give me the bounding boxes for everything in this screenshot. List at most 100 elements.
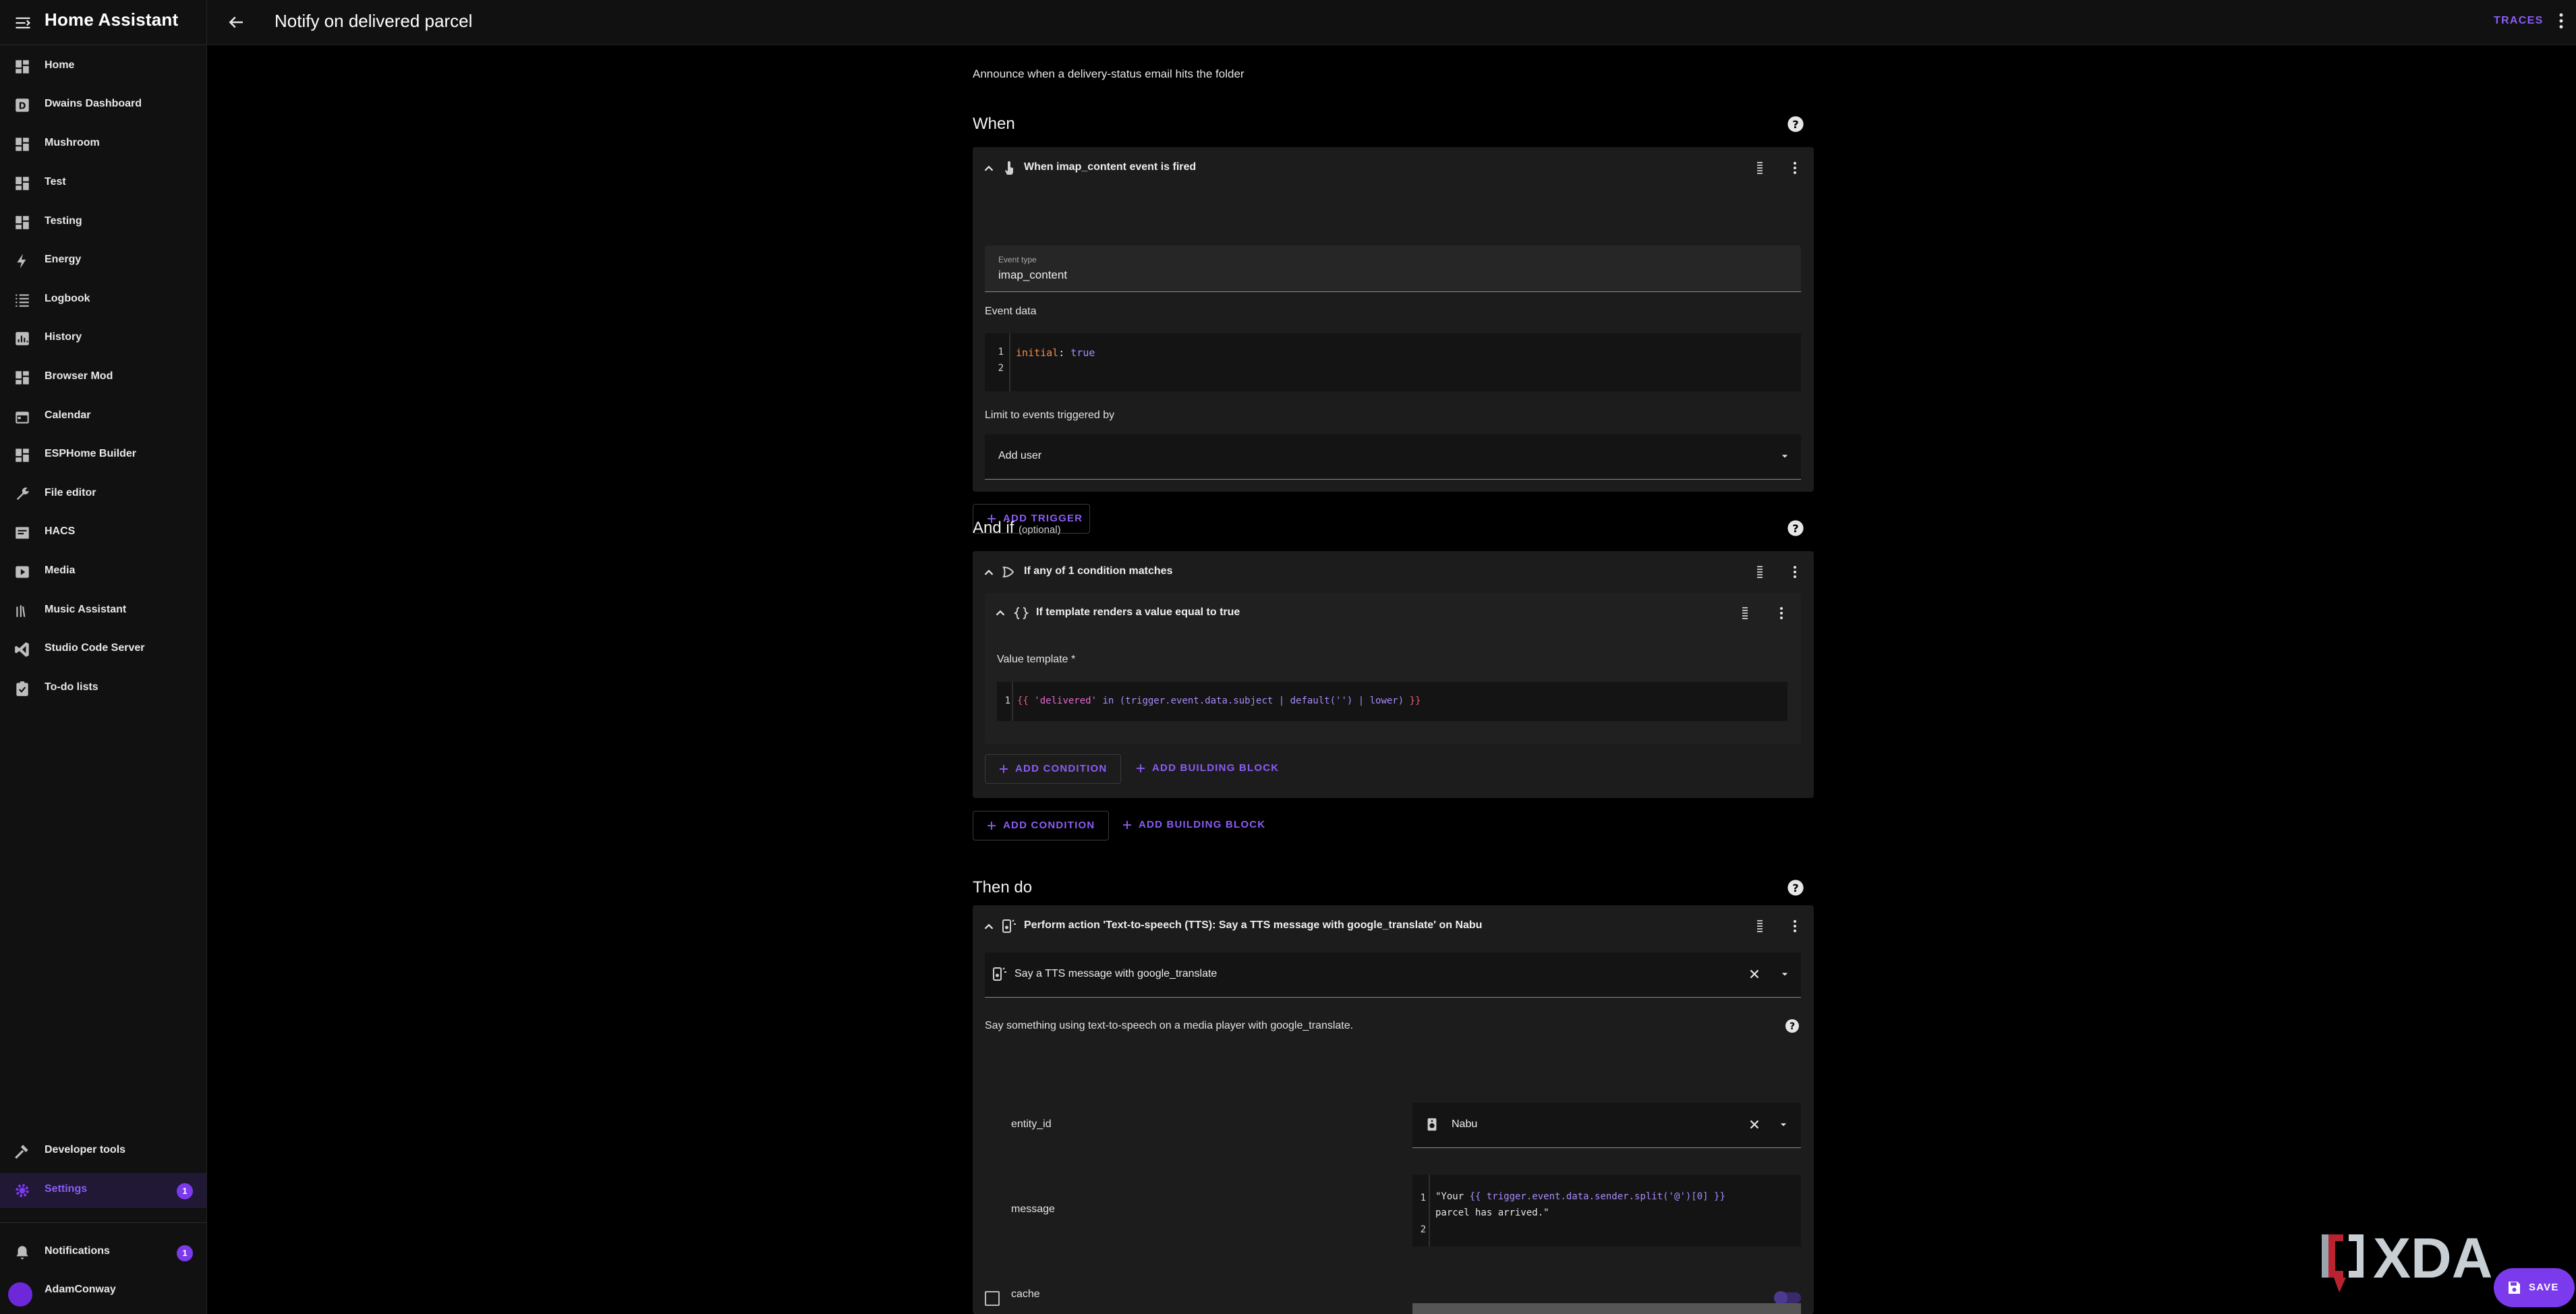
sidebar-item-studio-code-server[interactable]: Studio Code Server [0,632,206,667]
inner-add-condition-button[interactable]: ADD CONDITION [985,754,1121,784]
trigger-header-text: When imap_content event is fired [1024,161,1197,173]
message-code-editor[interactable]: 1 2 "Your {{ trigger.event.data.sender.s… [1412,1175,1801,1247]
drag-handle-icon[interactable] [1752,918,1768,934]
sidebar-item-settings[interactable]: Settings 1 [0,1173,206,1208]
and-if-optional: (optional) [1019,524,1061,536]
sidebar-item-notifications[interactable]: Notifications 1 [0,1235,206,1270]
sidebar-item-label: Browser Mod [45,370,113,382]
drag-handle-icon[interactable] [1737,605,1753,621]
sidebar-item-label: Testing [45,215,82,227]
code-line: initial: true [1016,347,1095,359]
condition-card-header[interactable]: If any of 1 condition matches [973,551,1814,593]
sidebar-item-label: File editor [45,487,96,498]
sidebar-item-todo-lists[interactable]: To-do lists [0,671,206,706]
event-type-field[interactable]: Event type imap_content [985,246,1801,292]
page-title: Notify on delivered parcel [275,11,473,31]
lightning-icon [13,252,31,270]
add-building-block-button[interactable]: ADD BUILDING BLOCK [1109,811,1271,839]
code-braces-icon [1013,605,1029,621]
action-service-select[interactable]: Say a TTS message with google_translate [985,952,1801,998]
plus-icon [1135,762,1147,774]
event-data-code-editor[interactable]: 1 2 initial: true [985,333,1801,391]
condition-card: If any of 1 condition matches If templat… [973,551,1814,798]
help-icon[interactable]: ? [1786,878,1805,897]
sidebar-item-home[interactable]: Home [0,49,206,84]
close-icon[interactable] [1747,967,1762,981]
action-card-header[interactable]: Perform action 'Text-to-speech (TTS): Sa… [973,905,1814,947]
chevron-up-icon[interactable] [993,606,1008,621]
sidebar-item-music-assistant[interactable]: Music Assistant [0,594,206,629]
sidebar-item-browser-mod[interactable]: Browser Mod [0,360,206,395]
sidebar-item-label: Calendar [45,409,91,421]
action-service-value: Say a TTS message with google_translate [1014,968,1218,979]
chevron-up-icon[interactable] [981,565,996,580]
dropdown-arrow-icon [1778,449,1792,463]
sidebar-item-history[interactable]: History [0,321,206,356]
sidebar-item-logbook[interactable]: Logbook [0,283,206,318]
help-icon[interactable]: ? [1786,115,1805,134]
section-title-and-if: And if (optional) [973,519,1061,538]
back-arrow-icon[interactable] [226,12,246,32]
dropdown-arrow-icon[interactable] [1777,1118,1790,1131]
inner-add-building-block-button[interactable]: ADD BUILDING BLOCK [1122,754,1284,782]
event-type-value: imap_content [998,268,1068,281]
sidebar-item-energy[interactable]: Energy [0,244,206,279]
more-vertical-icon[interactable] [2551,11,2571,31]
add-condition-button[interactable]: ADD CONDITION [973,811,1109,840]
value-template-code-editor[interactable]: 1 {{ 'delivered' in (trigger.event.data.… [997,682,1787,721]
yaml-key: initial [1016,347,1059,359]
chevron-up-icon[interactable] [981,919,996,934]
sidebar-item-testing[interactable]: Testing [0,205,206,240]
template-open: {{ [1017,695,1029,706]
drag-handle-icon[interactable] [1752,564,1768,580]
drag-handle-icon[interactable] [1752,160,1768,176]
sidebar-item-label: ESPHome Builder [45,448,137,459]
sidebar-item-label: Mushroom [45,137,100,148]
trigger-card: When imap_content event is fired Event t… [973,147,1814,492]
save-button[interactable]: SAVE [2494,1268,2575,1307]
more-vertical-icon[interactable] [1787,918,1803,934]
sidebar-item-developer-tools[interactable]: Developer tools [0,1134,206,1169]
sidebar-item-dwains-dashboard[interactable]: D Dwains Dashboard [0,88,206,123]
section-title-when: When [973,115,1015,133]
more-vertical-icon[interactable] [1773,605,1790,621]
sidebar-item-calendar[interactable]: Calendar [0,399,206,434]
more-vertical-icon[interactable] [1787,160,1803,176]
cache-checkbox[interactable] [985,1291,1000,1306]
entity-id-select[interactable]: Nabu [1412,1103,1801,1148]
sidebar-item-media[interactable]: Media [0,554,206,590]
cache-toggle[interactable] [1774,1291,1801,1305]
message-label: message [1011,1203,1055,1215]
help-icon[interactable]: ? [1786,519,1805,538]
more-vertical-icon[interactable] [1787,564,1803,580]
event-type-label: Event type [998,255,1037,264]
automation-description: Announce when a delivery-status email hi… [973,67,1244,80]
next-field-edge [1412,1303,1801,1314]
sidebar-item-label: Home [45,59,75,71]
list-icon [13,291,31,309]
limit-events-label: Limit to events triggered by [985,409,1115,421]
sidebar-item-esphome-builder[interactable]: ESPHome Builder [0,438,206,473]
plus-icon [985,820,998,832]
menu-icon[interactable] [13,13,32,32]
add-user-select[interactable]: Add user [985,434,1801,480]
dashboard-icon [13,175,31,192]
template-condition-header[interactable]: If template renders a value equal to tru… [985,593,1801,633]
sidebar-item-file-editor[interactable]: File editor [0,477,206,512]
sidebar-item-hacs[interactable]: HACS [0,515,206,550]
template-condition-card: If template renders a value equal to tru… [985,593,1801,744]
sidebar-item-test[interactable]: Test [0,166,206,201]
message-template: {{ trigger.event.data.sender.split('@')[… [1469,1191,1725,1202]
app-title: Home Assistant [45,9,179,30]
gear-icon [13,1182,31,1199]
help-icon[interactable]: ? [1784,1018,1800,1034]
sidebar-item-user[interactable]: AdamConway [0,1274,206,1309]
trigger-card-header[interactable]: When imap_content event is fired [973,147,1814,189]
dropdown-arrow-icon[interactable] [1778,967,1792,981]
chevron-up-icon[interactable] [981,161,996,176]
sidebar-item-mushroom[interactable]: Mushroom [0,127,206,162]
close-icon[interactable] [1747,1117,1762,1132]
event-data-label: Event data [985,306,1037,317]
entity-id-label: entity_id [1011,1118,1052,1130]
traces-button[interactable]: TRACES [2494,15,2544,27]
